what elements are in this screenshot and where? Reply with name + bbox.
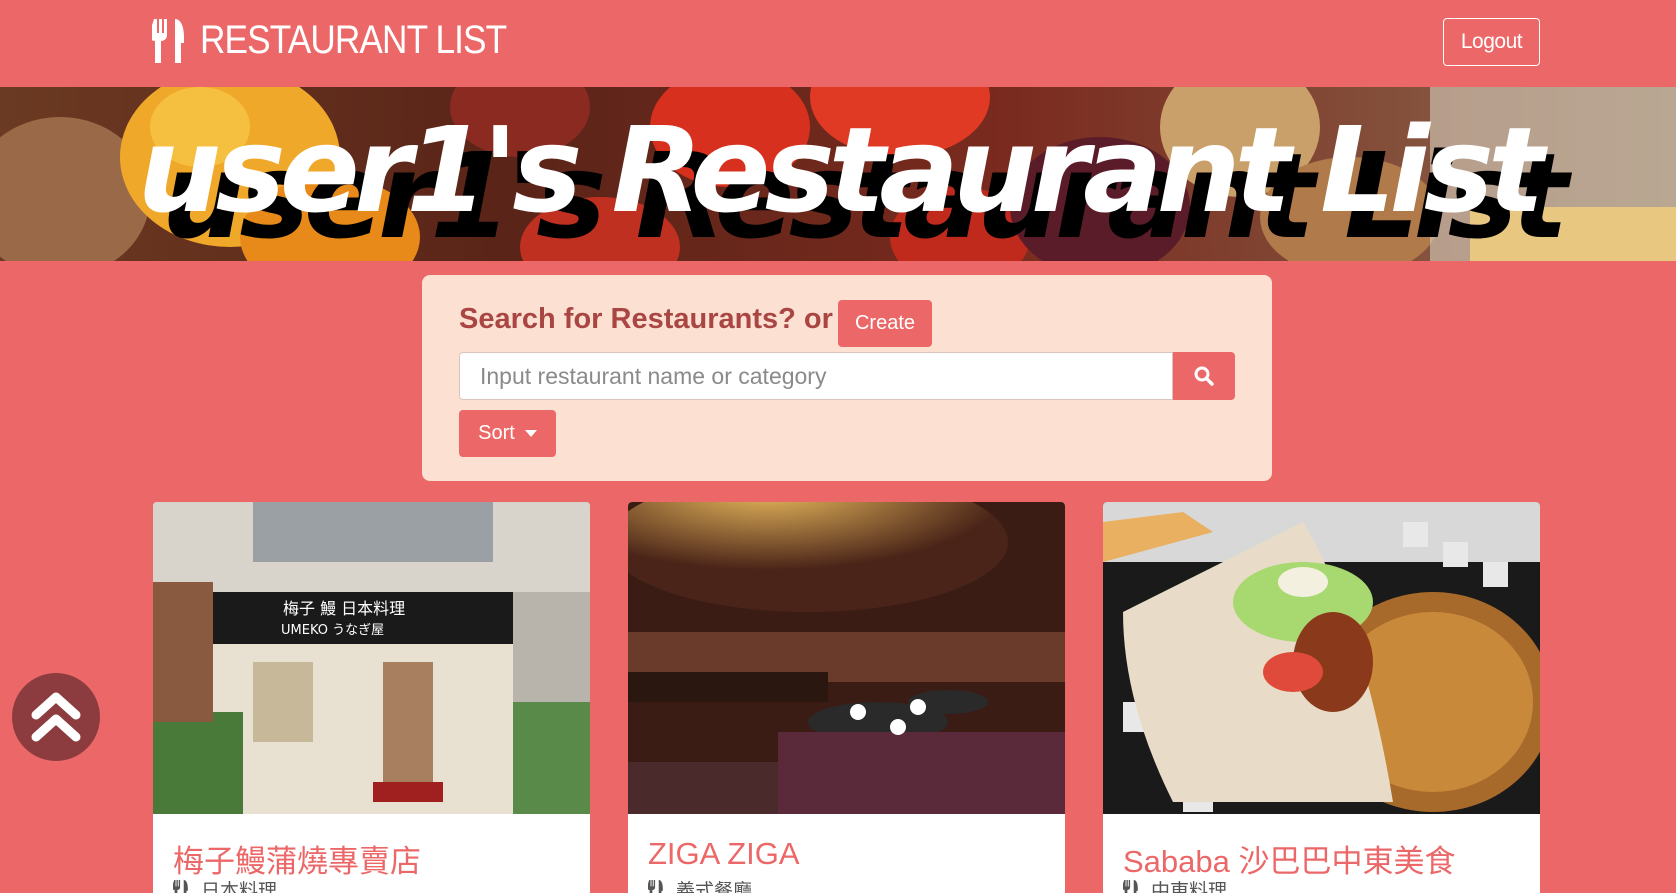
double-chevron-up-icon <box>31 692 81 742</box>
restaurant-photo <box>628 502 1065 814</box>
brand-title: RESTAURANT LIST <box>200 18 507 62</box>
svg-text:UMEKO うなぎ屋: UMEKO うなぎ屋 <box>281 623 384 638</box>
restaurant-card[interactable]: ZIGA ZIGA 義式餐廳 <box>628 502 1065 893</box>
search-panel: Search for Restaurants? or Create Sort <box>422 275 1272 481</box>
utensils-icon <box>152 18 184 63</box>
create-button[interactable]: Create <box>838 300 932 347</box>
caret-down-icon <box>524 430 537 437</box>
restaurant-category: 中東料理 <box>1123 876 1227 893</box>
sort-dropdown-button[interactable]: Sort <box>459 410 556 457</box>
search-button[interactable] <box>1173 352 1235 400</box>
category-label: 義式餐廳 <box>676 881 753 893</box>
utensils-icon <box>173 879 188 893</box>
svg-text:梅子 鰻 日本料理: 梅子 鰻 日本料理 <box>283 599 405 618</box>
search-heading: Search for Restaurants? or <box>459 303 833 335</box>
brand[interactable]: RESTAURANT LIST <box>152 18 548 63</box>
restaurant-category: 義式餐廳 <box>648 876 752 893</box>
restaurant-name[interactable]: 梅子鰻蒲燒專賣店 <box>173 836 421 881</box>
search-icon <box>1194 366 1214 386</box>
utensils-icon <box>648 879 663 893</box>
restaurant-name[interactable]: ZIGA ZIGA <box>648 836 800 872</box>
restaurant-photo <box>1103 502 1540 814</box>
restaurant-card[interactable]: 梅子 鰻 日本料理 UMEKO うなぎ屋 梅子鰻蒲燒專賣店 日本料理 <box>153 502 590 893</box>
search-input[interactable] <box>459 352 1173 400</box>
restaurant-card[interactable]: Sababa 沙巴巴中東美食 中東料理 <box>1103 502 1540 893</box>
logout-button[interactable]: Logout <box>1443 18 1540 66</box>
restaurant-photo: 梅子 鰻 日本料理 UMEKO うなぎ屋 <box>153 502 590 814</box>
sort-label: Sort <box>478 422 515 444</box>
restaurant-category: 日本料理 <box>173 876 277 893</box>
back-to-top-button[interactable] <box>12 673 100 761</box>
banner-title: user1's Restaurant List <box>137 101 1545 239</box>
restaurant-name[interactable]: Sababa 沙巴巴中東美食 <box>1123 836 1456 881</box>
navbar: RESTAURANT LIST Logout <box>0 0 1676 86</box>
hero-banner: user1's Restaurant List user1's Restaura… <box>0 87 1676 261</box>
category-label: 中東料理 <box>1151 881 1228 893</box>
category-label: 日本料理 <box>201 881 278 893</box>
utensils-icon <box>1123 879 1138 893</box>
